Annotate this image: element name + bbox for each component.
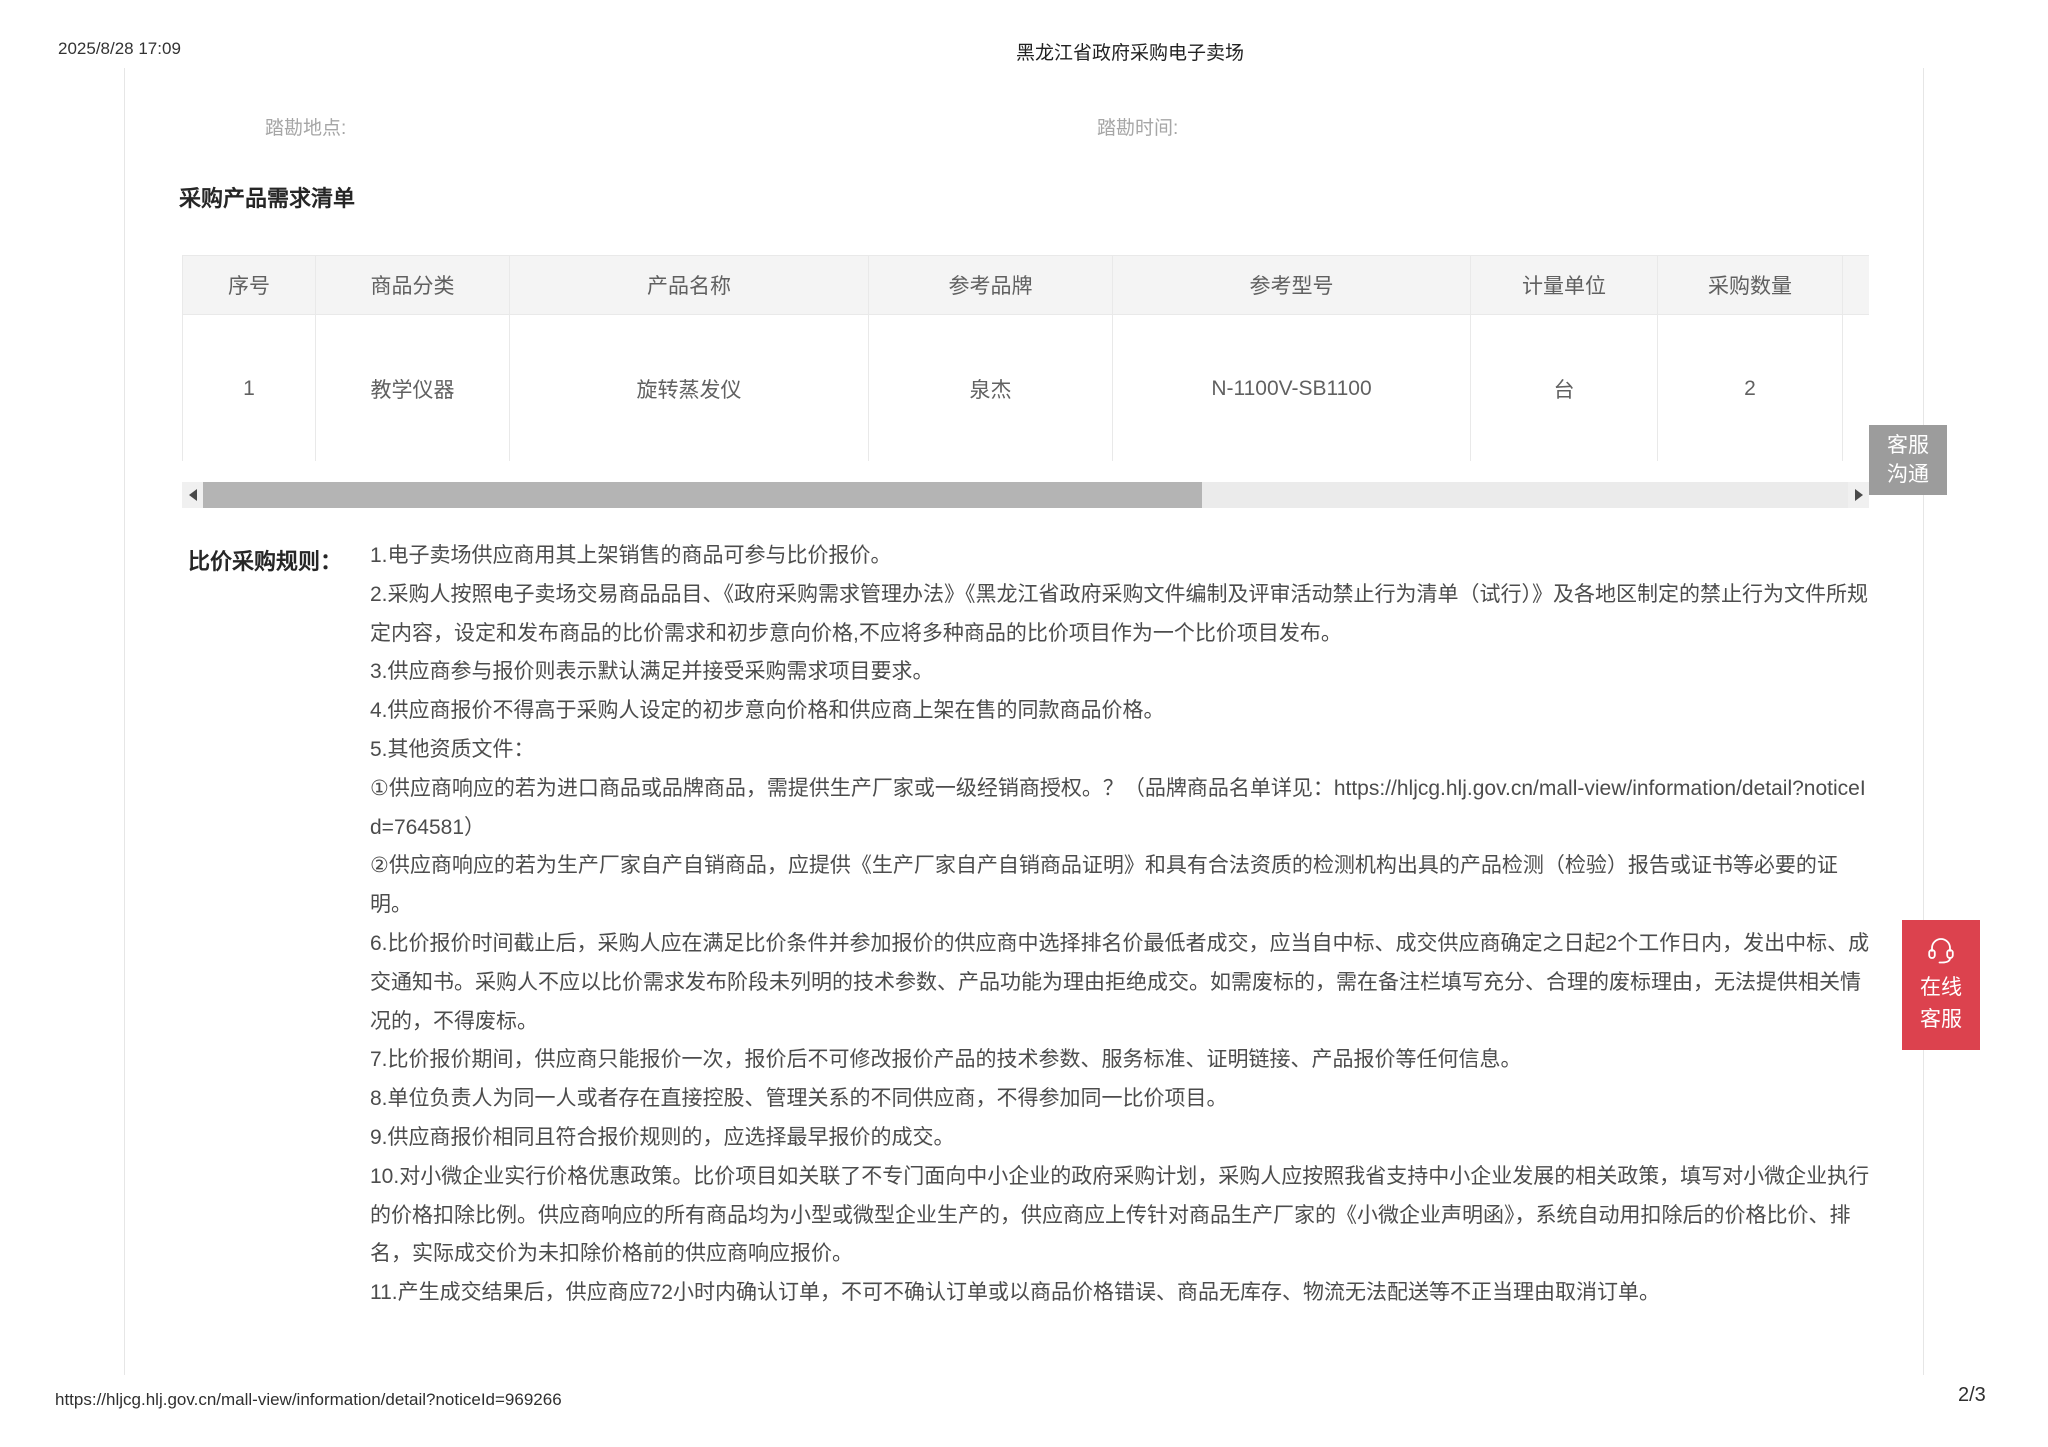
column-header-category: 商品分类 xyxy=(316,256,510,315)
online-service-button[interactable]: 在线 客服 xyxy=(1902,920,1980,1050)
scrollbar-thumb[interactable] xyxy=(203,482,1202,508)
column-header-model: 参考型号 xyxy=(1113,256,1471,315)
online-service-label-line1: 在线 xyxy=(1920,973,1962,1003)
cell-quantity: 2 xyxy=(1658,315,1843,462)
print-date: 2025/8/28 17:09 xyxy=(58,39,181,59)
column-header-unit: 计量单位 xyxy=(1471,256,1658,315)
product-list-heading: 采购产品需求清单 xyxy=(179,181,355,213)
column-header-clipped: 是 xyxy=(1843,256,1870,315)
column-header-quantity: 采购数量 xyxy=(1658,256,1843,315)
rule-item: ①供应商响应的若为进口商品或品牌商品，需提供生产厂家或一级经销商授权。？（品牌商… xyxy=(370,770,1870,848)
rule-item: ②供应商响应的若为生产厂家自产自销商品，应提供《生产厂家自产自销商品证明》和具有… xyxy=(370,847,1870,925)
column-header-index: 序号 xyxy=(183,256,316,315)
rule-item: 9.供应商报价相同且符合报价规则的，应选择最早报价的成交。 xyxy=(370,1119,1870,1158)
product-table: 序号 商品分类 产品名称 参考品牌 参考型号 计量单位 采购数量 是 1 教学仪… xyxy=(182,255,1869,461)
scroll-right-button[interactable] xyxy=(1848,482,1869,508)
headset-icon xyxy=(1925,935,1957,965)
rule-item: 8.单位负责人为同一人或者存在直接控股、管理关系的不同供应商，不得参加同一比价项… xyxy=(370,1080,1870,1119)
customer-chat-label-line2: 沟通 xyxy=(1869,460,1947,489)
table-header-row: 序号 商品分类 产品名称 参考品牌 参考型号 计量单位 采购数量 是 xyxy=(183,256,1870,315)
cell-product-name: 旋转蒸发仪 xyxy=(510,315,869,462)
rule-item: 6.比价报价时间截止后，采购人应在满足比价条件并参加报价的供应商中选择排名价最低… xyxy=(370,925,1870,1041)
scroll-left-icon xyxy=(189,489,197,501)
cell-index: 1 xyxy=(183,315,316,462)
rule-item: 11.产生成交结果后，供应商应72小时内确认订单，不可不确认订单或以商品价格错误… xyxy=(370,1274,1870,1313)
rules-label: 比价采购规则： xyxy=(188,544,342,576)
rule-item: 7.比价报价期间，供应商只能报价一次，报价后不可修改报价产品的技术参数、服务标准… xyxy=(370,1041,1870,1080)
content-frame-right-border xyxy=(1923,68,1924,1375)
horizontal-scrollbar[interactable] xyxy=(182,482,1869,508)
product-table-viewport: 序号 商品分类 产品名称 参考品牌 参考型号 计量单位 采购数量 是 1 教学仪… xyxy=(182,255,1869,461)
column-header-product-name: 产品名称 xyxy=(510,256,869,315)
customer-chat-button[interactable]: 客服 沟通 xyxy=(1869,425,1947,495)
cell-clipped xyxy=(1843,315,1870,462)
cell-category: 教学仪器 xyxy=(316,315,510,462)
cell-unit: 台 xyxy=(1471,315,1658,462)
content-frame-left-border xyxy=(124,68,125,1375)
rule-item: 4.供应商报价不得高于采购人设定的初步意向价格和供应商上架在售的同款商品价格。 xyxy=(370,692,1870,731)
rule-item: 3.供应商参与报价则表示默认满足并接受采购需求项目要求。 xyxy=(370,653,1870,692)
rule-item: 1.电子卖场供应商用其上架销售的商品可参与比价报价。 xyxy=(370,537,1870,576)
rules-text: 1.电子卖场供应商用其上架销售的商品可参与比价报价。 2.采购人按照电子卖场交易… xyxy=(370,537,1870,1313)
scroll-left-button[interactable] xyxy=(182,482,203,508)
cell-model: N-1100V-SB1100 xyxy=(1113,315,1471,462)
page-title: 黑龙江省政府采购电子卖场 xyxy=(1016,38,1244,65)
footer-url: https://hljcg.hlj.gov.cn/mall-view/infor… xyxy=(55,1390,562,1410)
survey-time-label: 踏勘时间: xyxy=(1097,113,1178,140)
online-service-label-line2: 客服 xyxy=(1920,1005,1962,1035)
column-header-brand: 参考品牌 xyxy=(869,256,1113,315)
scroll-right-icon xyxy=(1855,489,1863,501)
customer-chat-label-line1: 客服 xyxy=(1869,431,1947,460)
page-number: 2/3 xyxy=(1958,1384,1986,1407)
table-row: 1 教学仪器 旋转蒸发仪 泉杰 N-1100V-SB1100 台 2 xyxy=(183,315,1870,462)
rule-item: 2.采购人按照电子卖场交易商品品目、《政府采购需求管理办法》《黑龙江省政府采购文… xyxy=(370,576,1870,654)
rule-item: 10.对小微企业实行价格优惠政策。比价项目如关联了不专门面向中小企业的政府采购计… xyxy=(370,1158,1870,1274)
rule-item: 5.其他资质文件： xyxy=(370,731,1870,770)
survey-location-label: 踏勘地点: xyxy=(265,113,346,140)
cell-brand: 泉杰 xyxy=(869,315,1113,462)
